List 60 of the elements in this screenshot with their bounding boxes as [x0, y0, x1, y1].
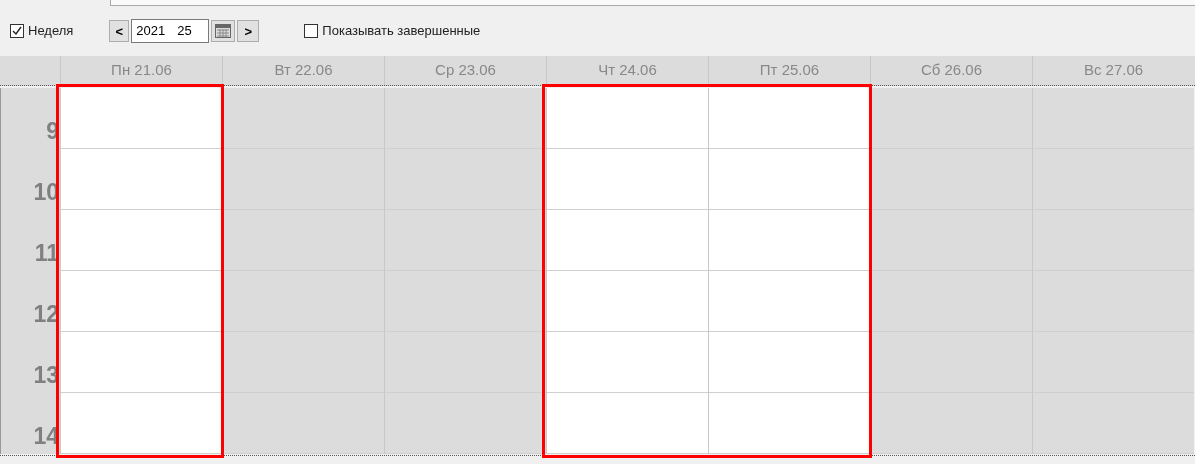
time-slot[interactable] — [61, 149, 222, 210]
time-slot[interactable] — [871, 332, 1032, 393]
time-slot[interactable] — [223, 393, 384, 454]
time-slot[interactable] — [223, 271, 384, 332]
time-slot[interactable] — [385, 393, 546, 454]
time-slot[interactable] — [385, 149, 546, 210]
time-slot[interactable] — [709, 332, 870, 393]
time-slot[interactable] — [223, 149, 384, 210]
time-slot[interactable] — [547, 271, 708, 332]
time-slot[interactable] — [709, 88, 870, 149]
checkbox-label: Показывать завершенные — [322, 22, 481, 41]
day-header: Сб 26.06 — [920, 60, 983, 81]
checkbox[interactable] — [304, 24, 319, 38]
time-slot[interactable] — [385, 271, 546, 332]
time-slot[interactable] — [61, 332, 222, 393]
time-slot[interactable] — [871, 149, 1032, 210]
day-header: Вс 27.06 — [1083, 60, 1144, 81]
time-slot[interactable] — [871, 393, 1032, 454]
checkbox-label: Неделя — [28, 22, 74, 41]
time-slot[interactable] — [223, 332, 384, 393]
year-week-field[interactable]: 2021 25 — [131, 19, 210, 43]
time-slot[interactable] — [61, 393, 222, 454]
day-header: Пт 25.06 — [759, 60, 820, 81]
time-slot[interactable] — [709, 149, 870, 210]
time-slot[interactable] — [223, 88, 384, 149]
day-header: Пн 21.06 — [111, 60, 172, 81]
hour-label: 11 — [34, 242, 59, 265]
time-slot[interactable] — [547, 393, 708, 454]
time-slot[interactable] — [1033, 149, 1194, 210]
time-slot[interactable] — [385, 332, 546, 393]
time-slot[interactable] — [709, 393, 870, 454]
time-slot[interactable] — [223, 210, 384, 271]
time-slot[interactable] — [1033, 271, 1194, 332]
calendar-button[interactable] — [211, 20, 236, 42]
time-slot[interactable] — [61, 88, 222, 149]
time-slot[interactable] — [547, 149, 708, 210]
day-header: Вт 22.06 — [274, 60, 333, 81]
day-header: Ср 23.06 — [435, 60, 496, 81]
time-slot[interactable] — [547, 332, 708, 393]
checkbox[interactable] — [10, 24, 24, 38]
time-slot[interactable] — [871, 271, 1032, 332]
time-slot[interactable] — [547, 210, 708, 271]
time-slot[interactable] — [871, 210, 1032, 271]
time-slot[interactable] — [1033, 210, 1194, 271]
calendar-icon — [215, 24, 232, 38]
time-slot[interactable] — [709, 271, 870, 332]
day-header: Чт 24.06 — [598, 60, 657, 81]
time-slot[interactable] — [871, 88, 1032, 149]
time-slot[interactable] — [1033, 332, 1194, 393]
time-slot[interactable] — [385, 210, 546, 271]
previous-button[interactable]: < — [109, 20, 130, 42]
time-slot[interactable] — [1033, 393, 1194, 454]
time-slot[interactable] — [1033, 88, 1194, 149]
time-slot[interactable] — [547, 88, 708, 149]
time-slot[interactable] — [709, 210, 870, 271]
next-button[interactable]: > — [237, 20, 260, 42]
time-slot[interactable] — [61, 210, 222, 271]
time-slot[interactable] — [61, 271, 222, 332]
time-slot[interactable] — [385, 88, 546, 149]
check-icon — [12, 26, 22, 36]
